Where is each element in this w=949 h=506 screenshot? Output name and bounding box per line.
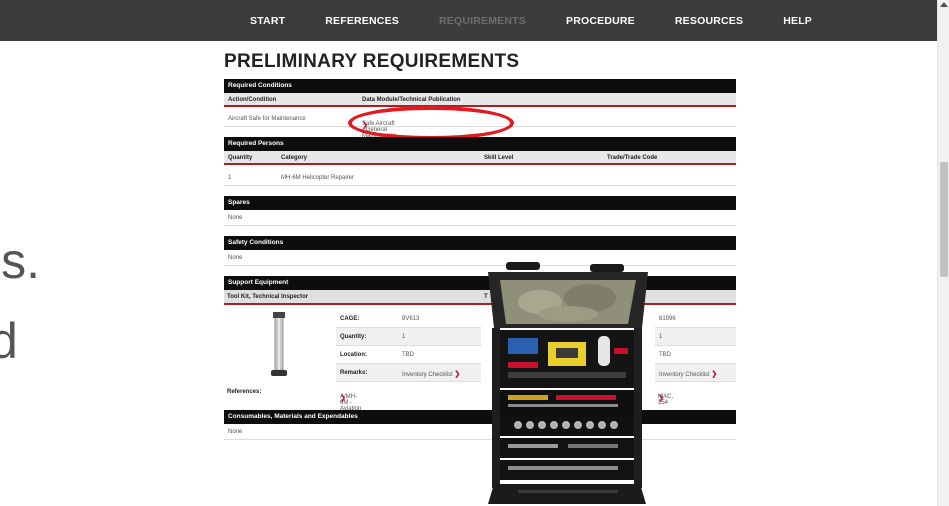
required-conditions-header: Required Conditions (224, 79, 736, 93)
col-action-condition: Action/Condition (228, 97, 277, 103)
nav-start[interactable]: START (250, 15, 285, 27)
background-text-line2: d (0, 313, 18, 369)
chevron-right-icon: ❯ (658, 395, 664, 402)
background-text-line1: ls. (0, 233, 40, 289)
chevron-right-icon: ❯ (711, 371, 718, 378)
chevron-right-icon: ❯ (340, 395, 346, 402)
spares-value: None (228, 215, 243, 221)
kit-right-location-row: TBD (655, 346, 736, 364)
kit-left-cage: 8V613 (402, 316, 420, 322)
condition-action: Aircraft Safe for Maintenance (228, 116, 306, 122)
table-row: 1 MH-6M Helicopter Repairer (224, 170, 736, 186)
required-persons-header: Required Persons (224, 137, 736, 151)
references-label: References: (227, 389, 262, 395)
required-persons-columns: Quantity Category Skill Level Trade/Trad… (224, 151, 736, 165)
toolbox-photo (488, 262, 648, 504)
kit-left-quantity: 1 (402, 334, 406, 340)
kit-left-location-row: Location: TBD (336, 346, 481, 364)
kit-left-cage-row: CAGE: 8V613 (336, 310, 481, 328)
kit-right-cage-row: 81996 (655, 310, 736, 328)
person-quantity: 1 (228, 175, 232, 181)
col-trade-code: Trade/Trade Code (607, 155, 658, 161)
nav-references[interactable]: REFERENCES (325, 15, 399, 27)
kit-right-quantity-row: 1 (655, 328, 736, 346)
kit-right-remarks-link[interactable]: Inventory Checklist ❯ (659, 370, 717, 378)
kit-left-remarks-link[interactable]: Inventory Checklist ❯ (402, 370, 460, 378)
top-nav-bar: START REFERENCES REQUIREMENTS PROCEDURE … (0, 0, 937, 41)
tool-kit-image (271, 312, 287, 376)
nav-procedure[interactable]: PROCEDURE (566, 15, 635, 27)
person-category: MH-6M Helicopter Repairer (281, 175, 355, 181)
nav-help[interactable]: HELP (783, 15, 812, 27)
consumables-value: None (228, 429, 243, 435)
vertical-scrollbar[interactable] (937, 0, 949, 506)
main-nav: START REFERENCES REQUIREMENTS PROCEDURE … (250, 0, 852, 41)
kit-right-remarks-row: Inventory Checklist ❯ (655, 364, 736, 382)
page-title: PRELIMINARY REQUIREMENTS (224, 51, 520, 72)
scroll-up-icon[interactable] (940, 2, 948, 7)
chevron-right-icon: ❯ (454, 371, 461, 378)
kit-left-quantity-row: Quantity: 1 (336, 328, 481, 346)
col-data-module: Data Module/Technical Publication (362, 97, 461, 103)
spares-row: None (224, 210, 736, 226)
safety-value: None (228, 255, 243, 261)
col-quantity: Quantity (228, 155, 253, 161)
kit-left-remarks-row: Remarks: Inventory Checklist ❯ (336, 364, 481, 382)
kit-right-location: TBD (659, 352, 671, 358)
spares-header: Spares (224, 196, 736, 210)
scroll-thumb[interactable] (940, 162, 948, 277)
kit-right-cage: 81996 (659, 316, 676, 322)
col-category: Category (281, 155, 308, 161)
safety-conditions-header: Safety Conditions (224, 236, 736, 250)
col-skill-level: Skill Level (484, 155, 514, 161)
required-conditions-columns: Action/Condition Data Module/Technical P… (224, 93, 736, 107)
kit-right-quantity: 1 (659, 334, 663, 340)
kit-left-name: Tool Kit, Technical Inspector (224, 290, 481, 305)
nav-requirements[interactable]: REQUIREMENTS (439, 15, 526, 27)
highlight-circle (348, 106, 514, 140)
nav-resources[interactable]: RESOURCES (675, 15, 743, 27)
kit-left-location: TBD (402, 352, 414, 358)
